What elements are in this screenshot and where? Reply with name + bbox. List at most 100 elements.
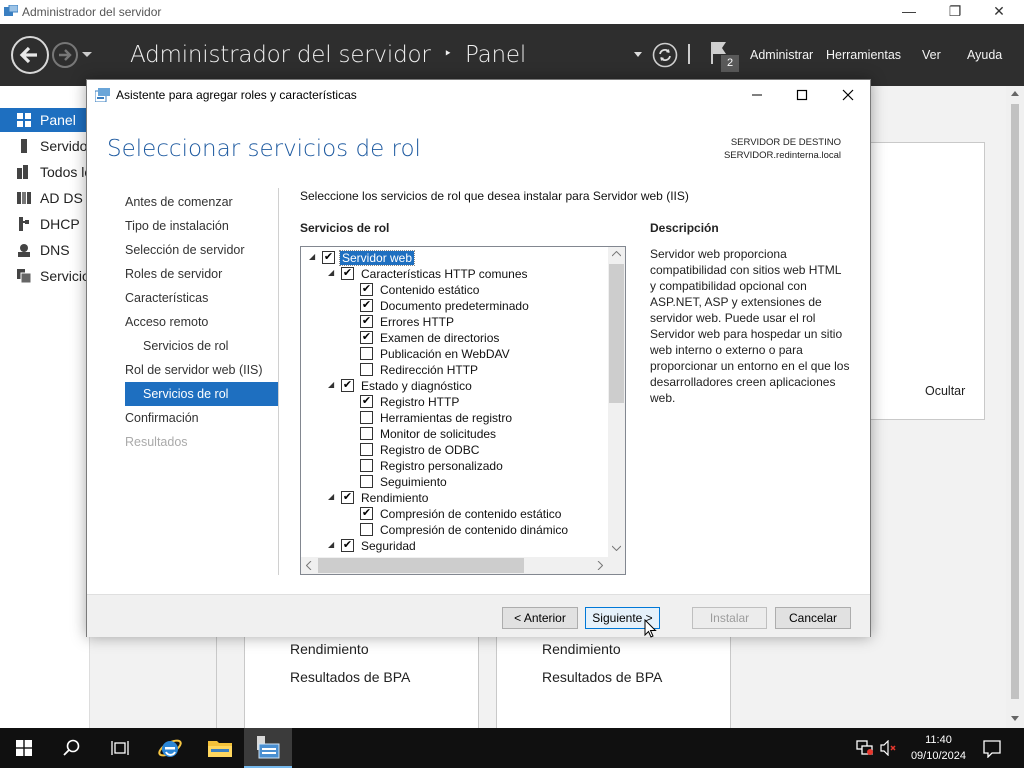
tree-item[interactable]: Compresión de contenido dinámico: [301, 522, 601, 538]
taskbar-internet-explorer[interactable]: [146, 728, 194, 768]
tile-performance[interactable]: Rendimiento: [542, 641, 621, 657]
sidebar-item-servidor-local[interactable]: Servidor local: [0, 134, 125, 158]
task-view-button[interactable]: [96, 728, 144, 768]
scroll-up-icon[interactable]: [1011, 90, 1019, 96]
wizard-step[interactable]: Roles de servidor: [125, 262, 278, 286]
tree-item[interactable]: Publicación en WebDAV: [301, 346, 601, 362]
scroll-down-icon[interactable]: [1011, 716, 1019, 722]
search-button[interactable]: [48, 728, 96, 768]
taskbar-file-explorer[interactable]: [196, 728, 244, 768]
tree-item[interactable]: ✔ Compresión de contenido estático: [301, 506, 601, 522]
menu-ayuda[interactable]: Ayuda: [967, 48, 1002, 62]
wizard-maximize-button[interactable]: [787, 85, 817, 105]
checkbox[interactable]: [360, 411, 373, 424]
expand-collapse-icon[interactable]: ◢: [328, 380, 334, 389]
checkbox[interactable]: ✔: [341, 491, 354, 504]
wizard-step[interactable]: Tipo de instalación: [125, 214, 278, 238]
checkbox[interactable]: ✔: [360, 507, 373, 520]
tree-item[interactable]: ◢ ✔ Seguridad: [301, 538, 601, 554]
scroll-thumb[interactable]: [318, 558, 524, 573]
sidebar-item-dns[interactable]: DNS: [0, 238, 90, 262]
scroll-up-icon[interactable]: [612, 251, 621, 257]
wizard-step[interactable]: Selección de servidor: [125, 238, 278, 262]
checkbox[interactable]: ✔: [360, 395, 373, 408]
checkbox[interactable]: ✔: [322, 251, 335, 264]
maximize-button[interactable]: ❐: [932, 2, 978, 22]
tree-item[interactable]: ◢ ✔ Características HTTP comunes: [301, 266, 601, 282]
cancel-button[interactable]: Cancelar: [775, 607, 851, 629]
tree-item[interactable]: Monitor de solicitudes: [301, 426, 601, 442]
taskbar-server-manager[interactable]: [244, 728, 292, 768]
tree-item[interactable]: Registro personalizado: [301, 458, 601, 474]
tree-item[interactable]: Redirección HTTP: [301, 362, 601, 378]
checkbox[interactable]: ✔: [341, 379, 354, 392]
wizard-step[interactable]: Rol de servidor web (IIS): [125, 358, 278, 382]
checkbox[interactable]: ✔: [360, 331, 373, 344]
wizard-step-current[interactable]: Servicios de rol: [125, 382, 278, 406]
expand-collapse-icon[interactable]: ◢: [328, 492, 334, 501]
sidebar-item-dhcp[interactable]: DHCP: [0, 212, 90, 236]
previous-button[interactable]: < Anterior: [502, 607, 578, 629]
checkbox[interactable]: ✔: [341, 267, 354, 280]
checkbox[interactable]: [360, 347, 373, 360]
action-center-icon[interactable]: [983, 740, 1001, 758]
checkbox[interactable]: [360, 475, 373, 488]
tree-item[interactable]: ✔ Documento predeterminado: [301, 298, 601, 314]
scroll-thumb[interactable]: [1011, 104, 1019, 699]
checkbox[interactable]: [360, 363, 373, 376]
main-scrollbar[interactable]: [1006, 86, 1024, 728]
wizard-step[interactable]: Servicios de rol: [125, 334, 278, 358]
checkbox[interactable]: [360, 523, 373, 536]
wizard-step[interactable]: Características: [125, 286, 278, 310]
scroll-left-icon[interactable]: [306, 561, 312, 570]
checkbox[interactable]: [360, 427, 373, 440]
tree-item[interactable]: Seguimiento: [301, 474, 601, 490]
dropdown-icon[interactable]: [634, 52, 642, 58]
wizard-minimize-button[interactable]: [742, 85, 772, 105]
menu-administrar[interactable]: Administrar: [750, 48, 813, 62]
expand-collapse-icon[interactable]: ◢: [328, 268, 334, 277]
wizard-close-button[interactable]: [833, 85, 863, 105]
checkbox[interactable]: [360, 459, 373, 472]
tree-item[interactable]: ✔ Registro HTTP: [301, 394, 601, 410]
tree-item[interactable]: ✔ Contenido estático: [301, 282, 601, 298]
wizard-step[interactable]: Acceso remoto: [125, 310, 278, 334]
wizard-step[interactable]: Antes de comenzar: [125, 190, 278, 214]
tile-bpa-results[interactable]: Resultados de BPA: [290, 669, 410, 685]
scroll-thumb[interactable]: [609, 264, 624, 403]
sidebar-item-ad-ds[interactable]: AD DS: [0, 186, 90, 210]
notifications-flag[interactable]: 2: [710, 40, 740, 72]
scroll-right-icon[interactable]: [597, 561, 603, 570]
hide-link[interactable]: Ocultar: [925, 384, 965, 398]
sidebar-item-todos-servidores[interactable]: Todos los servidores: [0, 160, 168, 184]
scroll-down-icon[interactable]: [612, 545, 621, 551]
checkbox[interactable]: ✔: [360, 283, 373, 296]
tree-item[interactable]: ✔ Examen de directorios: [301, 330, 601, 346]
start-button[interactable]: [0, 728, 48, 768]
sidebar-item-panel[interactable]: Panel: [0, 108, 90, 132]
tree-vertical-scrollbar[interactable]: [608, 247, 625, 557]
close-button[interactable]: ✕: [976, 2, 1022, 22]
refresh-icon[interactable]: [652, 42, 678, 68]
sidebar-item-servicios-archivos[interactable]: Servicios de archivos: [0, 264, 172, 288]
wizard-step[interactable]: Confirmación: [125, 406, 278, 430]
breadcrumb-root[interactable]: Administrador del servidor: [130, 42, 431, 68]
menu-herramientas[interactable]: Herramientas: [826, 48, 901, 62]
expand-collapse-icon[interactable]: ◢: [328, 540, 334, 549]
tile-performance[interactable]: Rendimiento: [290, 641, 369, 657]
tree-item[interactable]: ✔ Errores HTTP: [301, 314, 601, 330]
forward-button[interactable]: [52, 42, 78, 68]
role-services-tree[interactable]: ◢ ✔ Servidor web ◢ ✔ Características HTTP com…: [300, 246, 626, 575]
tree-item[interactable]: Herramientas de registro: [301, 410, 601, 426]
tree-item[interactable]: ◢ ✔ Rendimiento: [301, 490, 601, 506]
back-button[interactable]: [11, 36, 49, 74]
checkbox[interactable]: ✔: [360, 315, 373, 328]
network-icon[interactable]: [856, 740, 874, 756]
checkbox[interactable]: ✔: [360, 299, 373, 312]
menu-ver[interactable]: Ver: [922, 48, 941, 62]
tree-item[interactable]: ◢ ✔ Estado y diagnóstico: [301, 378, 601, 394]
tree-item[interactable]: ◢ ✔ Servidor web: [301, 250, 601, 266]
minimize-button[interactable]: —: [886, 2, 932, 22]
tree-horizontal-scrollbar[interactable]: [301, 557, 608, 574]
system-clock[interactable]: 11:40 09/10/2024: [911, 732, 966, 764]
